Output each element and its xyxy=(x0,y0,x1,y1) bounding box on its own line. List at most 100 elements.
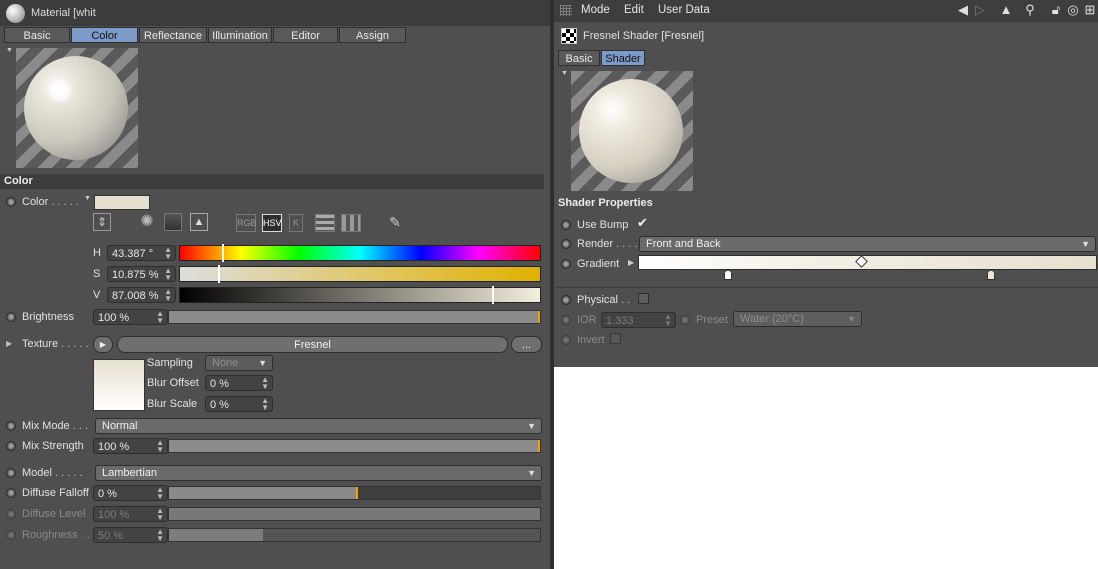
menu-user-data[interactable]: User Data xyxy=(658,4,710,16)
saturation-slider[interactable] xyxy=(179,265,541,283)
tab-reflectance[interactable]: Reflectance xyxy=(139,27,207,43)
gradient-interp-marker[interactable] xyxy=(855,255,868,268)
tab-assign[interactable]: Assign xyxy=(339,27,406,43)
rgb-mode-button[interactable]: RGB xyxy=(236,214,257,232)
roughness-anim-radio xyxy=(6,530,16,540)
material-tabs: Basic Color Reflectance Illumination Edi… xyxy=(4,27,407,44)
saturation-field[interactable]: 10.875 % ▲ ▼ xyxy=(107,266,176,282)
color-anim-radio[interactable] xyxy=(6,197,16,207)
mix-mode-label: Mix Mode . . . xyxy=(22,420,89,432)
cursor-up-icon[interactable]: ▲ xyxy=(999,3,1013,17)
texture-expand-icon[interactable]: ▶ xyxy=(6,339,12,348)
preview-collapse-icon[interactable]: ▼ xyxy=(6,47,13,54)
hue-field[interactable]: 43.387 ° ▲ ▼ xyxy=(107,245,176,261)
blur-offset-label: Blur Offset xyxy=(147,377,199,389)
blur-scale-field[interactable]: 0 % ▲ ▼ xyxy=(205,396,273,412)
saturation-label: S xyxy=(93,268,101,280)
tab-shader[interactable]: Shader xyxy=(601,50,645,66)
render-label: Render . . . . xyxy=(577,238,638,250)
diffuse-falloff-label: Diffuse Falloff xyxy=(22,487,89,499)
value-field[interactable]: 87.008 % ▲ ▼ xyxy=(107,287,176,303)
tab-shader-basic[interactable]: Basic xyxy=(558,50,600,66)
lock-icon[interactable]: 🔓︎ xyxy=(1049,3,1063,17)
texture-more-button[interactable]: ... xyxy=(511,336,542,353)
color-picker-image-icon[interactable] xyxy=(164,213,182,231)
forward-arrow-icon[interactable]: ▷ xyxy=(973,3,987,17)
color-expand-icon[interactable]: ▼ xyxy=(84,195,91,202)
hue-slider-handle[interactable] xyxy=(222,244,224,262)
material-title: Material [whit xyxy=(31,7,96,19)
menu-edit[interactable]: Edit xyxy=(624,4,644,16)
use-bump-anim-radio[interactable] xyxy=(561,220,571,230)
texture-menu-button[interactable]: ▶ xyxy=(93,336,113,353)
model-dropdown[interactable]: Lambertian ▼ xyxy=(95,465,542,481)
brightness-anim-radio[interactable] xyxy=(6,312,16,322)
menu-mode[interactable]: Mode xyxy=(581,4,610,16)
tab-illumination[interactable]: Illumination xyxy=(208,27,272,43)
shader-tabs: Basic Shader xyxy=(558,50,646,66)
ior-field: 1.333 ▲ ▼ xyxy=(601,312,676,328)
use-bump-checkbox[interactable]: ✔ xyxy=(637,216,649,229)
texture-shader-button[interactable]: Fresnel xyxy=(117,336,508,353)
brightness-slider[interactable] xyxy=(168,310,541,324)
blur-offset-field[interactable]: 0 % ▲ ▼ xyxy=(205,375,273,391)
invert-label: Invert xyxy=(577,334,605,346)
tab-basic[interactable]: Basic xyxy=(4,27,70,43)
hue-label: H xyxy=(93,247,101,259)
section-shader-properties: Shader Properties xyxy=(554,196,1098,211)
mix-strength-field[interactable]: 100 % ▲ ▼ xyxy=(93,438,168,454)
color-swatch[interactable] xyxy=(94,195,150,210)
swatches-icon[interactable] xyxy=(341,214,361,232)
mixing-mode-icon[interactable] xyxy=(315,214,335,232)
add-panel-icon[interactable]: ⊞ xyxy=(1083,3,1097,17)
preset-anim-radio xyxy=(680,315,690,325)
tab-color[interactable]: Color xyxy=(71,27,138,43)
hue-slider[interactable] xyxy=(179,244,541,262)
color-label: Color . . . . . xyxy=(22,196,79,208)
gradient-bar[interactable] xyxy=(638,255,1097,270)
gradient-label: Gradient xyxy=(577,258,620,270)
color-spectrum-icon[interactable]: ✺ xyxy=(138,213,156,231)
mix-mode-dropdown[interactable]: Normal ▼ xyxy=(95,418,542,434)
section-color: Color xyxy=(0,174,544,189)
physical-checkbox[interactable] xyxy=(638,293,649,304)
diffuse-falloff-anim-radio[interactable] xyxy=(6,488,16,498)
mix-strength-anim-radio[interactable] xyxy=(6,441,16,451)
diffuse-level-field: 100 % ▲ ▼ xyxy=(93,506,168,522)
saturation-slider-handle[interactable] xyxy=(218,265,220,283)
mix-mode-anim-radio[interactable] xyxy=(6,421,16,431)
tab-editor[interactable]: Editor xyxy=(273,27,338,43)
back-arrow-icon[interactable]: ◀ xyxy=(955,3,971,17)
render-dropdown[interactable]: Front and Back ▼ xyxy=(639,236,1096,252)
brightness-field[interactable]: 100 % ▲ ▼ xyxy=(93,309,168,325)
color-wheel-toggle-icon[interactable]: ⇕ xyxy=(93,213,111,231)
value-slider-handle[interactable] xyxy=(492,286,494,304)
image-icon[interactable]: ▲ xyxy=(190,213,208,231)
mix-strength-slider[interactable] xyxy=(168,439,541,453)
physical-anim-radio[interactable] xyxy=(561,295,571,305)
hsv-mode-button[interactable]: HSV xyxy=(262,214,282,232)
brightness-label: Brightness xyxy=(22,311,74,323)
diffuse-falloff-slider[interactable] xyxy=(168,486,541,500)
render-anim-radio[interactable] xyxy=(561,239,571,249)
roughness-slider-fill xyxy=(169,529,263,541)
target-icon[interactable]: ◎ xyxy=(1066,3,1080,17)
invert-checkbox xyxy=(610,333,621,344)
shader-title: Fresnel Shader [Fresnel] xyxy=(583,30,705,42)
roughness-label: Roughness . . . xyxy=(22,529,96,541)
preset-label: Preset xyxy=(696,314,728,326)
model-anim-radio[interactable] xyxy=(6,468,16,478)
value-slider[interactable] xyxy=(179,286,541,304)
sampling-dropdown[interactable]: None ▼ xyxy=(205,355,273,371)
kelvin-mode-button[interactable]: K xyxy=(289,214,303,232)
grip-icon[interactable] xyxy=(560,5,572,16)
blur-scale-label: Blur Scale xyxy=(147,398,198,410)
eyedropper-icon[interactable]: ✎ xyxy=(386,213,404,231)
model-label: Model . . . . . xyxy=(22,467,83,479)
diffuse-falloff-field[interactable]: 0 % ▲ ▼ xyxy=(93,485,168,501)
brightness-slider-fill xyxy=(169,311,538,323)
shader-preview-collapse-icon[interactable]: ▼ xyxy=(561,70,568,77)
gradient-anim-radio[interactable] xyxy=(561,259,571,269)
search-icon[interactable]: ⚲ xyxy=(1023,3,1037,17)
gradient-expand-icon[interactable]: ▶ xyxy=(628,258,634,267)
